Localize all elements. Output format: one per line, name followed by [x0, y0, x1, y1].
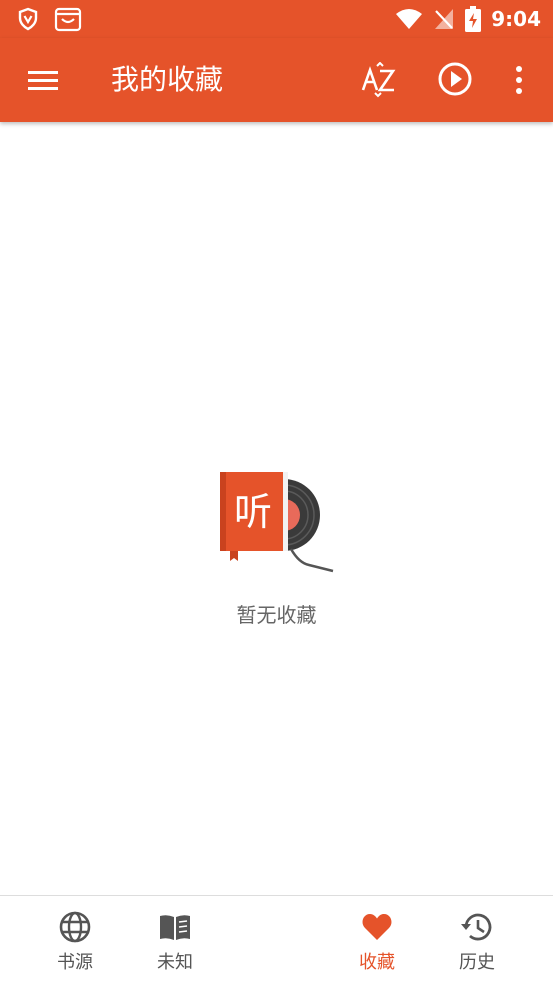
- nav-label-history: 历史: [459, 952, 495, 973]
- status-bar: 9:04: [0, 0, 553, 38]
- heart-icon: [362, 914, 392, 940]
- nav-item-unknown[interactable]: 未知: [130, 910, 220, 974]
- nav-label-sources: 书源: [57, 952, 93, 973]
- no-signal-icon: [435, 9, 454, 29]
- empty-icon-label: 听: [233, 490, 271, 534]
- book-icon: [160, 915, 190, 940]
- nav-label-unknown: 未知: [157, 952, 193, 973]
- app-notification-icon: [54, 7, 82, 32]
- shield-icon: [18, 7, 38, 31]
- battery-charging-icon: [465, 6, 482, 32]
- page-title: 我的收藏: [111, 63, 224, 96]
- app-toolbar: 我的收藏: [0, 38, 553, 122]
- nav-item-history[interactable]: 历史: [432, 910, 522, 974]
- play-circle-icon[interactable]: [436, 60, 474, 98]
- empty-state: 听 暂无收藏: [0, 465, 553, 628]
- bottom-navigation: 书源 未知 收藏 历史: [0, 895, 553, 984]
- nav-item-sources[interactable]: 书源: [30, 910, 120, 974]
- hamburger-menu-icon[interactable]: [26, 62, 62, 98]
- nav-label-favorites: 收藏: [359, 952, 395, 973]
- nav-item-favorites[interactable]: 收藏: [332, 910, 422, 974]
- empty-state-text: 暂无收藏: [236, 603, 317, 627]
- history-icon: [461, 913, 492, 941]
- wifi-icon: [396, 9, 423, 29]
- audiobook-empty-icon: 听: [219, 472, 333, 573]
- globe-icon: [59, 911, 91, 943]
- sort-az-icon[interactable]: [360, 62, 400, 98]
- more-vert-icon[interactable]: [505, 62, 533, 98]
- status-time: 9:04: [491, 7, 541, 31]
